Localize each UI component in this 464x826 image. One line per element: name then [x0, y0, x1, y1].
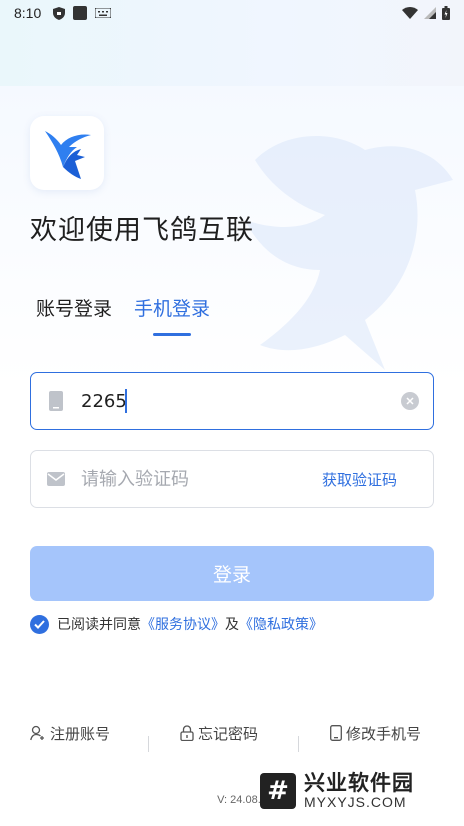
hash-logo-icon: #: [260, 773, 296, 809]
lock-icon: [180, 725, 194, 741]
tab-phone-login[interactable]: 手机登录: [134, 294, 210, 321]
agree-checkbox[interactable]: [30, 614, 49, 634]
mobile-phone-icon: [45, 390, 67, 412]
register-account-link[interactable]: 注册账号: [30, 723, 110, 744]
register-account-label: 注册账号: [50, 724, 111, 743]
tab-account-login[interactable]: 账号登录: [36, 294, 112, 321]
privacy-policy-link[interactable]: 《隐私政策》: [239, 614, 323, 634]
battery-icon: [442, 6, 450, 20]
phone-input-value[interactable]: 2265: [81, 391, 127, 412]
text-caret: [124, 389, 127, 413]
mail-icon: [45, 468, 67, 490]
change-phone-link[interactable]: 修改手机号: [330, 723, 421, 744]
shield-icon: [53, 6, 66, 20]
feige-bird-logo-icon: [45, 131, 91, 179]
login-tabs: 账号登录 手机登录: [36, 294, 210, 321]
login-button[interactable]: 登录: [30, 546, 434, 601]
app-logo: [30, 116, 104, 190]
active-tab-indicator: [153, 333, 191, 336]
status-bar: 8:10: [0, 0, 464, 26]
bird-watermark-icon: [245, 136, 453, 370]
service-agreement-link[interactable]: 《服务协议》: [141, 614, 225, 634]
app-notification-icon: [73, 6, 88, 20]
agreement-and: 及: [225, 617, 239, 633]
site-watermark: # 兴业软件园 MYXYJS.COM: [260, 770, 450, 812]
clear-input-icon[interactable]: [401, 392, 419, 410]
phone-field[interactable]: 2265: [30, 372, 434, 430]
divider: [148, 736, 149, 752]
wifi-icon: [402, 7, 418, 19]
change-phone-label: 修改手机号: [346, 724, 422, 743]
status-time: 8:10: [14, 5, 42, 21]
phone-icon: [330, 725, 342, 741]
user-add-icon: [30, 725, 44, 741]
welcome-title: 欢迎使用飞鸽互联: [30, 215, 254, 246]
signal-icon: [424, 7, 436, 19]
watermark-subtitle: MYXYJS.COM: [304, 794, 407, 810]
check-icon: [34, 619, 45, 629]
watermark-title: 兴业软件园: [304, 771, 414, 795]
keyboard-icon: [95, 8, 112, 18]
agreement-row: 已阅读并同意 《服务协议》 及 《隐私政策》: [30, 614, 323, 634]
verification-code-field[interactable]: 获取验证码: [30, 450, 434, 508]
forgot-password-label: 忘记密码: [198, 724, 259, 743]
verification-code-input[interactable]: [81, 468, 322, 490]
divider: [298, 736, 299, 752]
get-code-button[interactable]: 获取验证码: [322, 469, 397, 490]
forgot-password-link[interactable]: 忘记密码: [180, 723, 258, 744]
agreement-prefix: 已阅读并同意: [57, 617, 141, 633]
